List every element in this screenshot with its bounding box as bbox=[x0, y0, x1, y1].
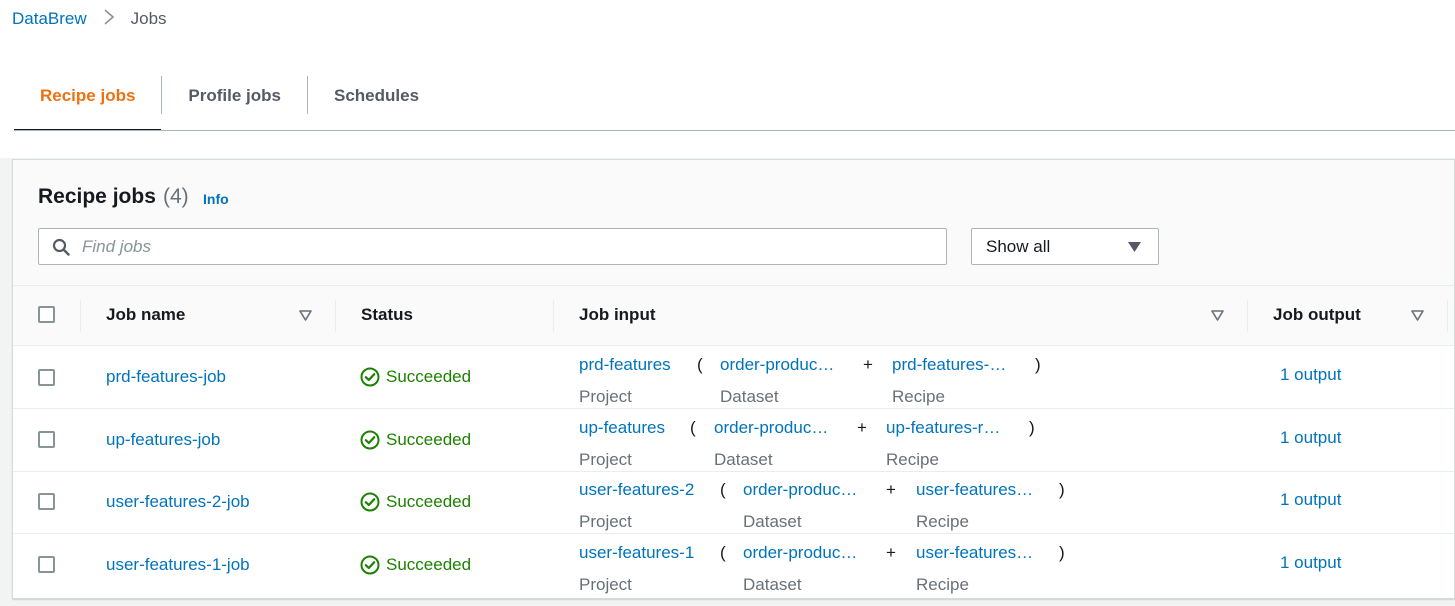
job-name-link[interactable]: user-features-2-job bbox=[106, 492, 250, 512]
status-cell: Succeeded bbox=[360, 492, 471, 512]
status-cell: Succeeded bbox=[360, 555, 471, 575]
dataset-label: Dataset bbox=[743, 575, 802, 594]
column-divider bbox=[80, 300, 81, 332]
job-output-link[interactable]: 1 output bbox=[1280, 553, 1341, 573]
recipe-label: Recipe bbox=[916, 512, 969, 531]
job-count: (4) bbox=[163, 185, 189, 208]
row-checkbox[interactable] bbox=[38, 493, 55, 510]
status-text: Succeeded bbox=[386, 492, 472, 511]
column-divider bbox=[1447, 300, 1448, 332]
info-link[interactable]: Info bbox=[203, 191, 229, 207]
search-box[interactable] bbox=[38, 228, 947, 265]
row-checkbox[interactable] bbox=[38, 556, 55, 573]
column-header-job-input[interactable]: Job input bbox=[579, 305, 655, 325]
breadcrumb-current: Jobs bbox=[130, 8, 167, 28]
search-icon bbox=[52, 238, 70, 256]
close-paren: ) bbox=[1035, 355, 1041, 374]
recipe-label: Recipe bbox=[916, 575, 969, 594]
project-link[interactable]: up-features bbox=[579, 418, 665, 438]
select-all-checkbox[interactable] bbox=[38, 306, 55, 323]
table-header: Job name Status Job input Job output bbox=[13, 286, 1454, 346]
plus-sign: + bbox=[863, 355, 873, 374]
close-paren: ) bbox=[1059, 480, 1065, 499]
open-paren: ( bbox=[697, 355, 703, 374]
open-paren: ( bbox=[720, 480, 726, 499]
column-header-job-name[interactable]: Job name bbox=[106, 305, 185, 325]
recipe-label: Recipe bbox=[892, 387, 945, 406]
panel-header: Recipe jobs (4) Info Show all bbox=[13, 160, 1454, 286]
breadcrumb-databrew-link[interactable]: DataBrew bbox=[12, 9, 87, 29]
dataset-link[interactable]: order-produc… bbox=[720, 355, 834, 375]
breadcrumb: DataBrew Jobs bbox=[12, 8, 167, 29]
check-circle-icon bbox=[360, 555, 380, 575]
column-divider bbox=[335, 300, 336, 332]
search-input[interactable] bbox=[82, 229, 932, 264]
column-divider bbox=[1247, 300, 1248, 332]
dataset-label: Dataset bbox=[743, 512, 802, 531]
tab-recipe-jobs[interactable]: Recipe jobs bbox=[14, 62, 162, 131]
job-name-link[interactable]: prd-features-job bbox=[106, 367, 226, 387]
recipe-link[interactable]: user-features… bbox=[916, 480, 1033, 500]
open-paren: ( bbox=[690, 418, 696, 437]
project-label: Project bbox=[579, 450, 632, 469]
close-paren: ) bbox=[1059, 543, 1065, 562]
check-circle-icon bbox=[360, 492, 380, 512]
plus-sign: + bbox=[886, 543, 896, 562]
dataset-link[interactable]: order-produc… bbox=[743, 480, 857, 500]
project-label: Project bbox=[579, 387, 632, 406]
sort-down-icon[interactable] bbox=[299, 310, 312, 321]
plus-sign: + bbox=[886, 480, 896, 499]
table-row[interactable]: up-features-job Succeeded up-features ( … bbox=[13, 410, 1454, 472]
tab-profile-jobs[interactable]: Profile jobs bbox=[162, 62, 307, 130]
row-checkbox[interactable] bbox=[38, 431, 55, 448]
dataset-link[interactable]: order-produc… bbox=[743, 543, 857, 563]
column-divider bbox=[553, 300, 554, 332]
recipe-link[interactable]: up-features-r… bbox=[886, 418, 1000, 438]
table-row[interactable]: user-features-2-job Succeeded user-featu… bbox=[13, 472, 1454, 534]
status-text: Succeeded bbox=[386, 430, 472, 449]
plus-sign: + bbox=[857, 418, 867, 437]
panel-title: Recipe jobs bbox=[38, 185, 156, 208]
sort-down-icon[interactable] bbox=[1411, 310, 1424, 321]
chevron-right-icon bbox=[103, 8, 115, 29]
close-paren: ) bbox=[1029, 418, 1035, 437]
job-output-link[interactable]: 1 output bbox=[1280, 428, 1341, 448]
recipe-link[interactable]: user-features… bbox=[916, 543, 1033, 563]
job-name-link[interactable]: up-features-job bbox=[106, 430, 220, 450]
tab-underline-rule bbox=[14, 130, 1455, 131]
open-paren: ( bbox=[720, 543, 726, 562]
status-filter-select[interactable]: Show all bbox=[971, 228, 1159, 265]
project-label: Project bbox=[579, 512, 632, 531]
status-filter-value: Show all bbox=[986, 237, 1051, 256]
column-header-status[interactable]: Status bbox=[361, 305, 413, 325]
project-link[interactable]: user-features-2 bbox=[579, 480, 694, 500]
job-output-link[interactable]: 1 output bbox=[1280, 490, 1341, 510]
job-name-link[interactable]: user-features-1-job bbox=[106, 555, 250, 575]
status-text: Succeeded bbox=[386, 555, 472, 574]
table-row[interactable]: user-features-1-job Succeeded user-featu… bbox=[13, 535, 1454, 597]
recipe-jobs-panel: Recipe jobs (4) Info Show all Job name S… bbox=[12, 159, 1455, 599]
project-link[interactable]: prd-features bbox=[579, 355, 671, 375]
project-link[interactable]: user-features-1 bbox=[579, 543, 694, 563]
table-row[interactable]: prd-features-job Succeeded prd-features … bbox=[13, 347, 1454, 409]
caret-down-icon bbox=[1128, 242, 1141, 252]
page-header-area: DataBrew Jobs Recipe jobs Profile jobs S… bbox=[0, 0, 1455, 158]
status-cell: Succeeded bbox=[360, 430, 471, 450]
row-checkbox[interactable] bbox=[38, 369, 55, 386]
recipe-label: Recipe bbox=[886, 450, 939, 469]
tab-schedules[interactable]: Schedules bbox=[308, 62, 445, 130]
tab-bar: Recipe jobs Profile jobs Schedules bbox=[14, 62, 445, 132]
recipe-link[interactable]: prd-features-… bbox=[892, 355, 1006, 375]
status-cell: Succeeded bbox=[360, 367, 471, 387]
check-circle-icon bbox=[360, 367, 380, 387]
column-header-job-output[interactable]: Job output bbox=[1273, 305, 1361, 325]
project-label: Project bbox=[579, 575, 632, 594]
status-text: Succeeded bbox=[386, 367, 472, 386]
dataset-label: Dataset bbox=[720, 387, 779, 406]
job-output-link[interactable]: 1 output bbox=[1280, 365, 1341, 385]
dataset-link[interactable]: order-produc… bbox=[714, 418, 828, 438]
check-circle-icon bbox=[360, 430, 380, 450]
sort-down-icon[interactable] bbox=[1211, 310, 1224, 321]
dataset-label: Dataset bbox=[714, 450, 773, 469]
